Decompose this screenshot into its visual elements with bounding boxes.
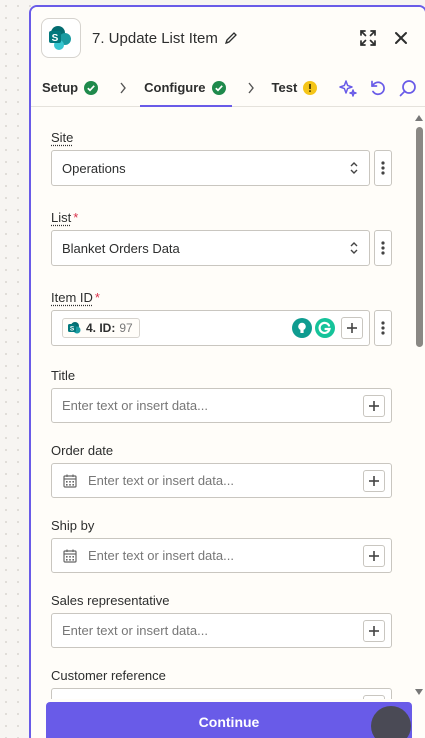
required-marker: * <box>95 290 100 305</box>
warning-circle-icon <box>303 81 317 95</box>
required-marker: * <box>73 210 78 225</box>
item-id-input[interactable]: S 4. ID: 97 <box>51 310 370 346</box>
check-circle-icon <box>84 81 98 95</box>
tab-setup-label: Setup <box>42 80 78 95</box>
expand-icon[interactable] <box>356 26 380 50</box>
lightbulb-icon[interactable] <box>292 318 312 338</box>
plus-icon[interactable] <box>341 317 363 339</box>
scroll-thumb[interactable] <box>416 127 423 347</box>
plus-icon[interactable] <box>363 545 385 567</box>
title-input[interactable]: Enter text or insert data... <box>51 388 392 423</box>
tab-test[interactable]: Test <box>272 69 322 106</box>
step-header: S 7. Update List Item <box>31 7 425 69</box>
step-footer: Continue <box>31 699 425 738</box>
item-id-label: Item ID <box>51 290 93 305</box>
order-date-label: Order date <box>51 443 113 458</box>
chevron-updown-icon <box>349 161 359 175</box>
title-label: Title <box>51 368 75 383</box>
refresh-icon[interactable] <box>367 77 389 99</box>
site-label: Site <box>51 130 73 145</box>
data-pill[interactable]: S 4. ID: 97 <box>62 318 140 338</box>
title-field: Title Enter text or insert data... <box>51 368 395 383</box>
pill-label: 4. ID: <box>86 321 115 335</box>
step-tabs: Setup Configure Test <box>31 69 425 107</box>
step-editor-panel: S 7. Update List Item Setup Configure Te… <box>29 5 425 738</box>
tab-configure-label: Configure <box>144 80 205 95</box>
search-icon[interactable] <box>397 77 419 99</box>
pill-value: 97 <box>119 321 132 335</box>
tab-test-label: Test <box>272 80 298 95</box>
scroll-up-icon[interactable] <box>415 115 423 121</box>
configure-form: Site Operations List * Blanket Orders Dat… <box>31 108 425 699</box>
help-launcher[interactable] <box>371 706 411 738</box>
item-id-field: Item ID * S 4. ID: 97 <box>51 290 395 305</box>
calendar-icon <box>62 548 78 564</box>
plus-icon[interactable] <box>363 620 385 642</box>
close-icon[interactable] <box>389 26 413 50</box>
ship-by-field: Ship by Enter text or insert data... <box>51 518 395 533</box>
sales-rep-input[interactable]: Enter text or insert data... <box>51 613 392 648</box>
site-value: Operations <box>62 161 349 176</box>
sales-rep-label: Sales representative <box>51 593 170 608</box>
tab-setup[interactable]: Setup <box>42 69 102 106</box>
continue-button[interactable]: Continue <box>46 702 412 738</box>
ship-by-placeholder: Enter text or insert data... <box>88 548 381 563</box>
sales-rep-field: Sales representative Enter text or inser… <box>51 593 395 608</box>
scroll-down-icon[interactable] <box>415 689 423 695</box>
svg-text:S: S <box>52 33 59 44</box>
list-select[interactable]: Blanket Orders Data <box>51 230 370 266</box>
sharepoint-icon: S <box>67 321 81 335</box>
order-date-field: Order date Enter text or insert data... <box>51 443 395 458</box>
ship-by-label: Ship by <box>51 518 94 533</box>
sharepoint-logo: S <box>41 18 81 58</box>
customer-ref-label: Customer reference <box>51 668 166 683</box>
sparkle-icon[interactable] <box>337 77 359 99</box>
list-label: List <box>51 210 71 225</box>
chevron-updown-icon <box>349 241 359 255</box>
chevron-right-icon <box>247 69 255 106</box>
ship-by-input[interactable]: Enter text or insert data... <box>51 538 392 573</box>
svg-text:S: S <box>70 326 75 333</box>
sales-rep-placeholder: Enter text or insert data... <box>62 623 381 638</box>
grammarly-icon[interactable] <box>315 318 335 338</box>
more-options-icon[interactable] <box>374 230 392 266</box>
more-options-icon[interactable] <box>374 310 392 346</box>
scrollbar[interactable] <box>415 115 423 695</box>
site-select[interactable]: Operations <box>51 150 370 186</box>
tab-configure[interactable]: Configure <box>144 69 229 106</box>
check-circle-icon <box>212 81 226 95</box>
pencil-icon[interactable] <box>224 31 238 45</box>
calendar-icon <box>62 473 78 489</box>
list-field: List * Blanket Orders Data <box>51 210 395 225</box>
plus-icon[interactable] <box>363 470 385 492</box>
customer-ref-field: Customer reference <box>51 668 395 683</box>
order-date-input[interactable]: Enter text or insert data... <box>51 463 392 498</box>
customer-ref-input[interactable] <box>51 688 392 699</box>
order-date-placeholder: Enter text or insert data... <box>88 473 381 488</box>
site-field: Site Operations <box>51 130 395 145</box>
more-options-icon[interactable] <box>374 150 392 186</box>
title-placeholder: Enter text or insert data... <box>62 398 381 413</box>
step-title[interactable]: 7. Update List Item <box>92 30 218 47</box>
chevron-right-icon <box>119 69 127 106</box>
list-value: Blanket Orders Data <box>62 241 349 256</box>
plus-icon[interactable] <box>363 395 385 417</box>
